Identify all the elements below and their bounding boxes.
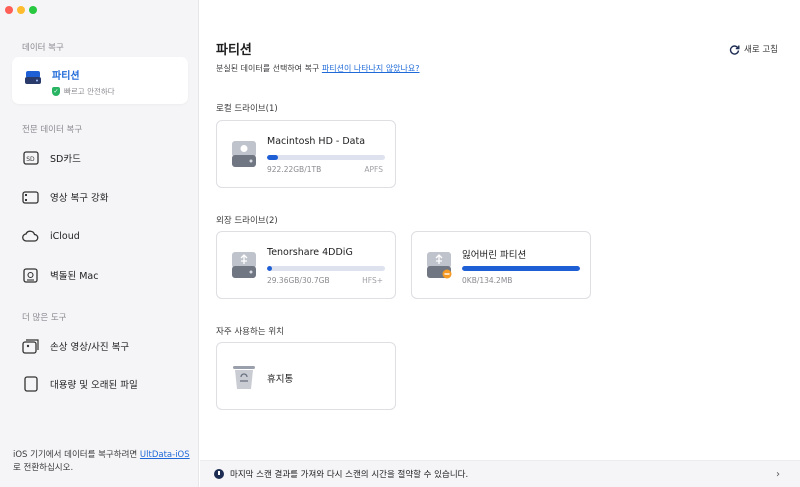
shield-icon: ✓ — [52, 87, 60, 96]
sidebar-item-sublabel: 빠르고 안전하다 — [64, 87, 115, 96]
refresh-button[interactable]: 새로 고침 — [729, 43, 778, 55]
external-drives-label: 외장 드라이브(2) — [216, 216, 278, 226]
svg-text:SD: SD — [26, 156, 35, 163]
hard-drive-icon — [232, 141, 256, 167]
usage-bar — [267, 266, 385, 271]
sidebar-item-repair[interactable]: 손상 영상/사진 복구 — [22, 336, 129, 356]
usb-drive-icon — [232, 252, 256, 278]
drive-card-lost-partition[interactable]: 잃어버린 파티션 0KB/134.2MB — [411, 231, 591, 299]
drive-card-tenorshare[interactable]: Tenorshare 4DDiG 29.36GB/30.7GB HFS+ — [216, 231, 396, 299]
usage-bar-fill — [267, 266, 272, 271]
drive-name: 잃어버린 파티션 — [462, 250, 527, 261]
ultdata-ios-link[interactable]: UltData-iOS — [140, 450, 190, 460]
close-window-button[interactable] — [5, 6, 13, 14]
clock-icon — [214, 469, 224, 479]
drive-filesystem: HFS+ — [362, 276, 383, 285]
sidebar-item-sd-card[interactable]: SD SD카드 — [22, 148, 81, 168]
refresh-icon — [729, 44, 740, 55]
repair-icon — [22, 338, 39, 355]
drive-size: 922.22GB/1TB — [267, 165, 322, 174]
main-panel: 파티션 분실된 데이터를 선택하여 복구 파티션이 나타나지 않았나요? 새로 … — [200, 0, 800, 487]
video-icon — [22, 189, 39, 206]
location-card-trash[interactable]: 휴지통 — [216, 342, 396, 410]
subtitle-text: 분실된 데이터를 선택하여 복구 — [216, 64, 322, 73]
page-title: 파티션 — [216, 43, 252, 58]
sidebar-item-label: iCloud — [50, 230, 80, 242]
sidebar-item-label: SD카드 — [50, 154, 81, 165]
refresh-label: 새로 고침 — [744, 45, 778, 55]
icloud-icon — [22, 228, 39, 245]
sidebar-item-label: 대용량 및 오래된 파일 — [50, 380, 138, 391]
mac-icon — [22, 267, 39, 284]
usage-bar — [462, 266, 580, 271]
location-name: 휴지통 — [267, 374, 294, 385]
sidebar-item-video[interactable]: 영상 복구 강화 — [22, 187, 108, 207]
footer-text: iOS 기기에서 데이터를 복구하려면 — [13, 450, 140, 460]
sidebar-item-label: 파티션 — [52, 71, 80, 82]
drive-icon — [25, 71, 41, 84]
trash-icon — [233, 366, 255, 389]
sidebar-item-icloud[interactable]: iCloud — [22, 226, 80, 246]
page-subtitle: 분실된 데이터를 선택하여 복구 파티션이 나타나지 않았나요? — [216, 63, 420, 74]
lost-partition-icon — [427, 252, 452, 279]
sidebar: 데이터 복구 파티션 ✓ 빠르고 안전하다 전문 데이터 복구 SD SD카드 … — [0, 0, 199, 487]
minimize-window-button[interactable] — [17, 6, 25, 14]
usage-bar — [267, 155, 385, 160]
local-drives-label: 로컬 드라이브(1) — [216, 104, 278, 114]
section-label-more: 더 많은 도구 — [22, 313, 67, 323]
section-label-pro: 전문 데이터 복구 — [22, 125, 83, 135]
sidebar-item-label: 손상 영상/사진 복구 — [50, 342, 130, 353]
chevron-right-icon: › — [776, 468, 780, 480]
last-scan-bar[interactable]: 마지막 스캔 결과를 가져와 다시 스캔의 시간을 절약할 수 있습니다. › — [200, 460, 800, 487]
sidebar-footer-note: iOS 기기에서 데이터를 복구하려면 UltData-iOS 로 전환하십시오. — [13, 449, 193, 475]
partition-missing-link[interactable]: 파티션이 나타나지 않았나요? — [322, 64, 420, 73]
zoom-window-button[interactable] — [29, 6, 37, 14]
section-label-recover: 데이터 복구 — [22, 43, 64, 53]
footer-text-end: 로 전환하십시오. — [13, 463, 74, 473]
sidebar-item-sub: ✓ 빠르고 안전하다 — [52, 86, 115, 97]
drive-name: Macintosh HD - Data — [267, 136, 366, 147]
window-controls — [5, 6, 37, 14]
sidebar-item-label: 영상 복구 강화 — [50, 193, 109, 204]
sd-card-icon: SD — [22, 150, 39, 167]
sidebar-item-label: 벽돌된 Mac — [50, 271, 99, 282]
usage-bar-fill — [267, 155, 278, 160]
drive-name: Tenorshare 4DDiG — [267, 247, 353, 258]
drive-size: 0KB/134.2MB — [462, 276, 513, 285]
sidebar-item-large-files[interactable]: 대용량 및 오래된 파일 — [22, 374, 138, 394]
drive-filesystem: APFS — [364, 165, 383, 174]
sidebar-item-partition[interactable]: 파티션 ✓ 빠르고 안전하다 — [12, 57, 188, 104]
file-icon — [22, 376, 39, 393]
sidebar-item-bricked-mac[interactable]: 벽돌된 Mac — [22, 265, 98, 285]
last-scan-text: 마지막 스캔 결과를 가져와 다시 스캔의 시간을 절약할 수 있습니다. — [230, 470, 469, 480]
usage-bar-fill — [462, 266, 580, 271]
frequent-locations-label: 자주 사용하는 위치 — [216, 327, 284, 337]
drive-size: 29.36GB/30.7GB — [267, 276, 330, 285]
drive-card-macintosh-hd[interactable]: Macintosh HD - Data 922.22GB/1TB APFS — [216, 120, 396, 188]
